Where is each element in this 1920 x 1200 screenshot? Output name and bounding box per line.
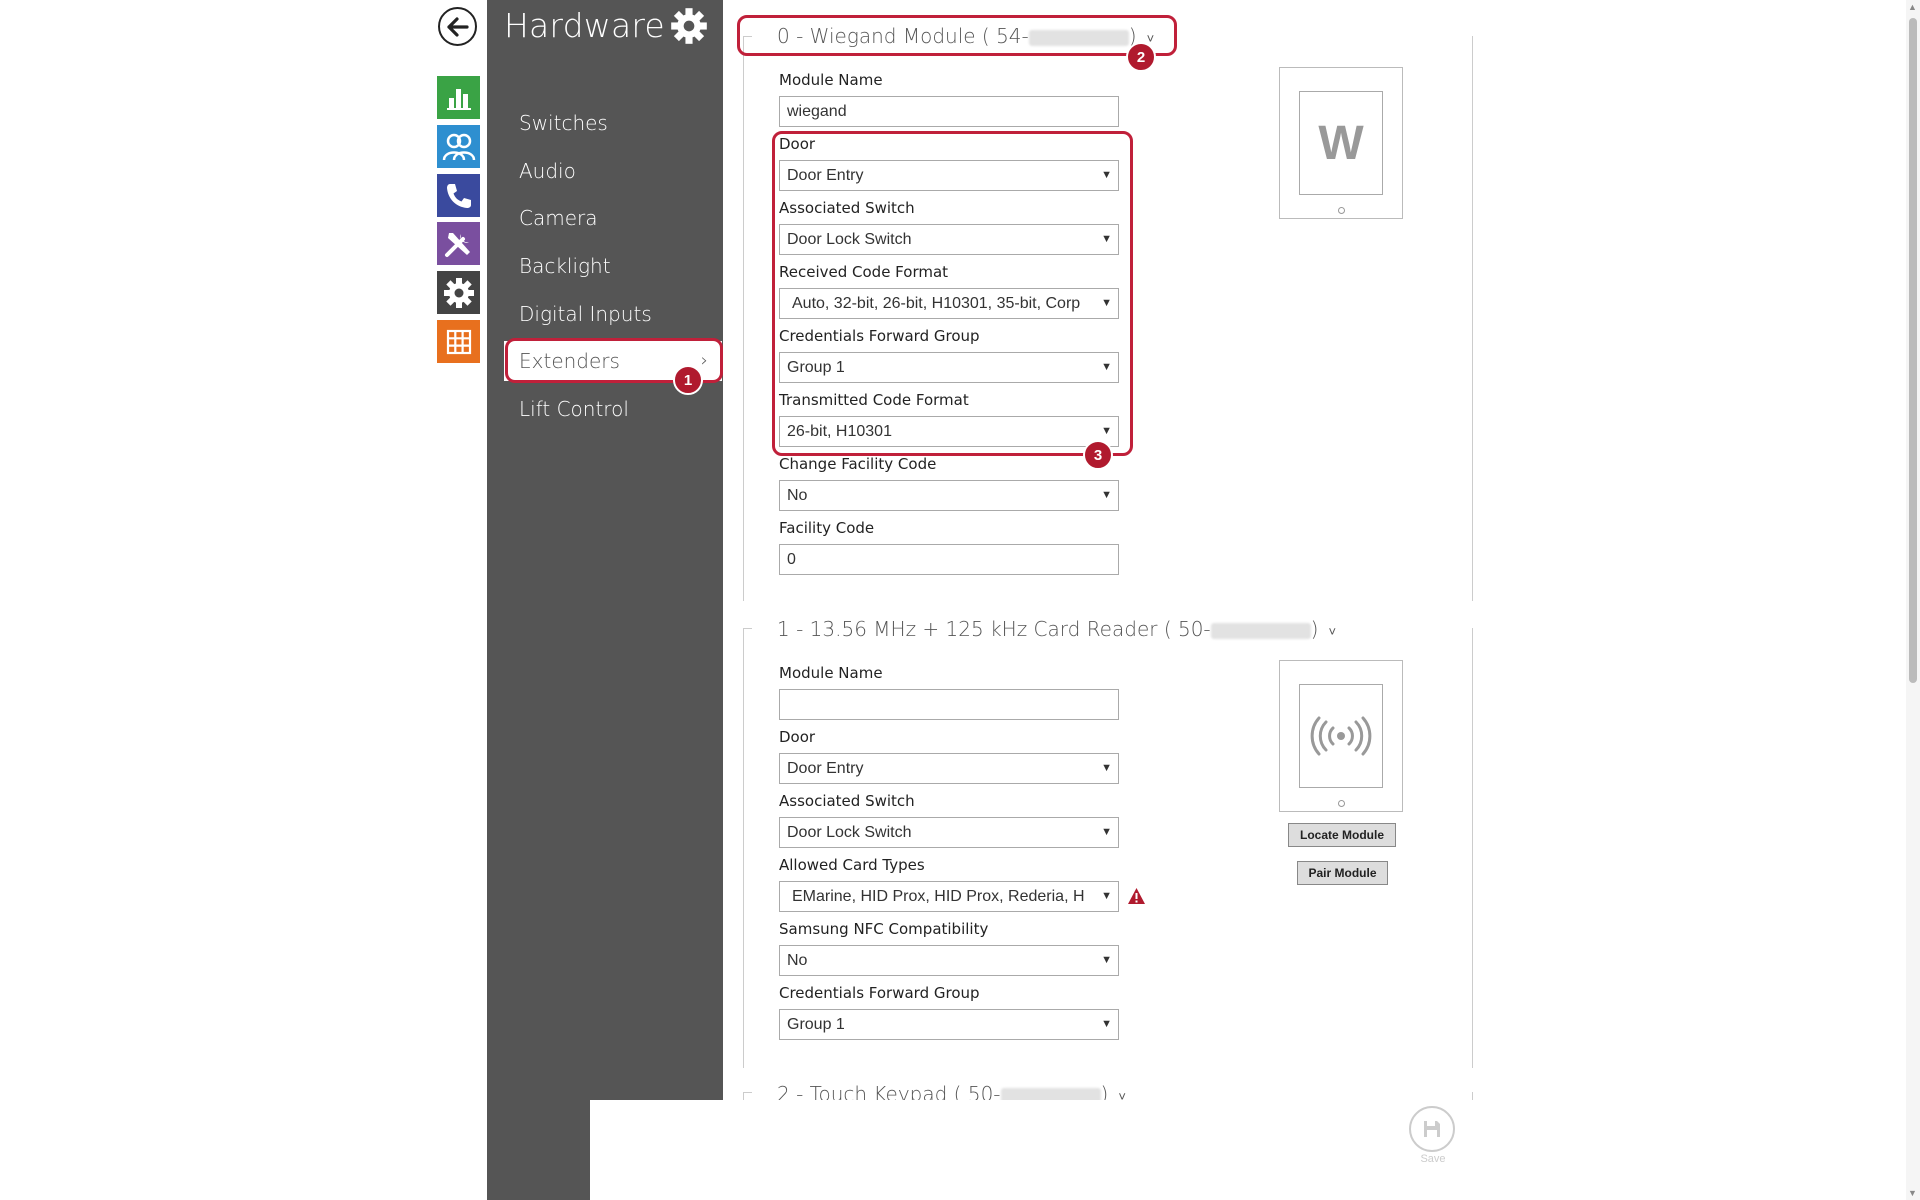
door-label: Door <box>779 728 816 746</box>
allowed-card-types-select[interactable]: EMarine, HID Prox, HID Prox, Rederia, H ▼ <box>779 881 1119 912</box>
directory-icon[interactable] <box>437 125 480 168</box>
back-button[interactable] <box>438 7 477 46</box>
sidebar-item-lift-control[interactable]: Lift Control <box>504 389 722 429</box>
scrollbar[interactable]: ▲ ▼ <box>1906 0 1920 1200</box>
module-1-image <box>1279 660 1403 812</box>
chevron-down-icon: ▼ <box>1101 1018 1112 1030</box>
scroll-up-icon[interactable]: ▲ <box>1908 2 1917 12</box>
associated-switch-label: Associated Switch <box>779 792 915 810</box>
sidebar-item-audio[interactable]: Audio <box>504 151 722 191</box>
allowed-card-types-label: Allowed Card Types <box>779 856 925 874</box>
warning-icon <box>1128 888 1145 904</box>
facility-code-input[interactable]: 0 <box>779 544 1119 575</box>
module-2-header[interactable]: 2 - Touch Keypad ( 50-) ˅ <box>777 1082 1126 1100</box>
phone-icon[interactable] <box>437 174 480 217</box>
sidebar-item-camera[interactable]: Camera <box>504 198 722 238</box>
change-facility-code-label: Change Facility Code <box>779 455 937 473</box>
redacted-serial <box>1000 1087 1101 1100</box>
chevron-down-icon: ▼ <box>1101 954 1112 966</box>
change-facility-code-select[interactable]: No ▼ <box>779 480 1119 511</box>
module-name-input[interactable] <box>779 689 1119 720</box>
facility-code-label: Facility Code <box>779 519 875 537</box>
tools-icon[interactable] <box>437 222 480 265</box>
step-badge-2: 2 <box>1126 42 1156 72</box>
sidebar-item-backlight[interactable]: Backlight <box>504 246 722 286</box>
scroll-down-icon[interactable]: ▼ <box>1908 1188 1917 1198</box>
sidebar-item-digital-inputs[interactable]: Digital Inputs <box>504 294 722 334</box>
chevron-down-icon: ▼ <box>1101 762 1112 774</box>
module-0-image: W <box>1279 67 1403 219</box>
associated-switch-select[interactable]: Door Lock Switch ▼ <box>779 817 1119 848</box>
pair-module-button[interactable]: Pair Module <box>1297 861 1388 885</box>
step-badge-3: 3 <box>1083 440 1113 470</box>
scrollbar-thumb[interactable] <box>1909 18 1917 683</box>
page-title: Hardware <box>504 6 665 45</box>
wiegand-letter: W <box>1318 116 1364 170</box>
module-name-label: Module Name <box>779 664 883 682</box>
credentials-forward-group-label: Credentials Forward Group <box>779 984 980 1002</box>
locate-module-button[interactable]: Locate Module <box>1288 823 1396 847</box>
sidebar-item-switches[interactable]: Switches <box>504 103 722 143</box>
redacted-serial <box>1210 622 1311 639</box>
door-select[interactable]: Door Entry ▼ <box>779 753 1119 784</box>
save-label: Save <box>1420 1153 1446 1165</box>
module-name-input[interactable]: wiegand <box>779 96 1119 127</box>
module-name-label: Module Name <box>779 71 883 89</box>
samsung-nfc-label: Samsung NFC Compatibility <box>779 920 989 938</box>
status-icon[interactable] <box>437 76 480 119</box>
chevron-down-icon: ▼ <box>1101 826 1112 838</box>
credentials-forward-group-select[interactable]: Group 1 ▼ <box>779 1009 1119 1040</box>
chevron-down-icon: ▼ <box>1101 489 1112 501</box>
highlight-module-header <box>737 15 1177 56</box>
chevron-down-icon: ˅ <box>1328 625 1337 640</box>
module-1-header[interactable]: 1 - 13.56 MHz + 125 kHz Card Reader ( 50… <box>777 617 1336 641</box>
chevron-down-icon: ˅ <box>1118 1090 1126 1100</box>
samsung-nfc-select[interactable]: No ▼ <box>779 945 1119 976</box>
floppy-disk-icon <box>1424 1121 1440 1137</box>
grid-icon[interactable] <box>437 320 480 363</box>
rfid-icon <box>1310 716 1372 756</box>
step-badge-1: 1 <box>673 365 703 395</box>
settings-icon[interactable] <box>437 271 480 314</box>
save-button[interactable] <box>1409 1106 1455 1152</box>
gear-icon[interactable] <box>670 7 708 45</box>
arrow-left-icon <box>446 16 469 37</box>
chevron-down-icon: ▼ <box>1101 890 1112 902</box>
highlight-code-settings <box>772 131 1133 456</box>
